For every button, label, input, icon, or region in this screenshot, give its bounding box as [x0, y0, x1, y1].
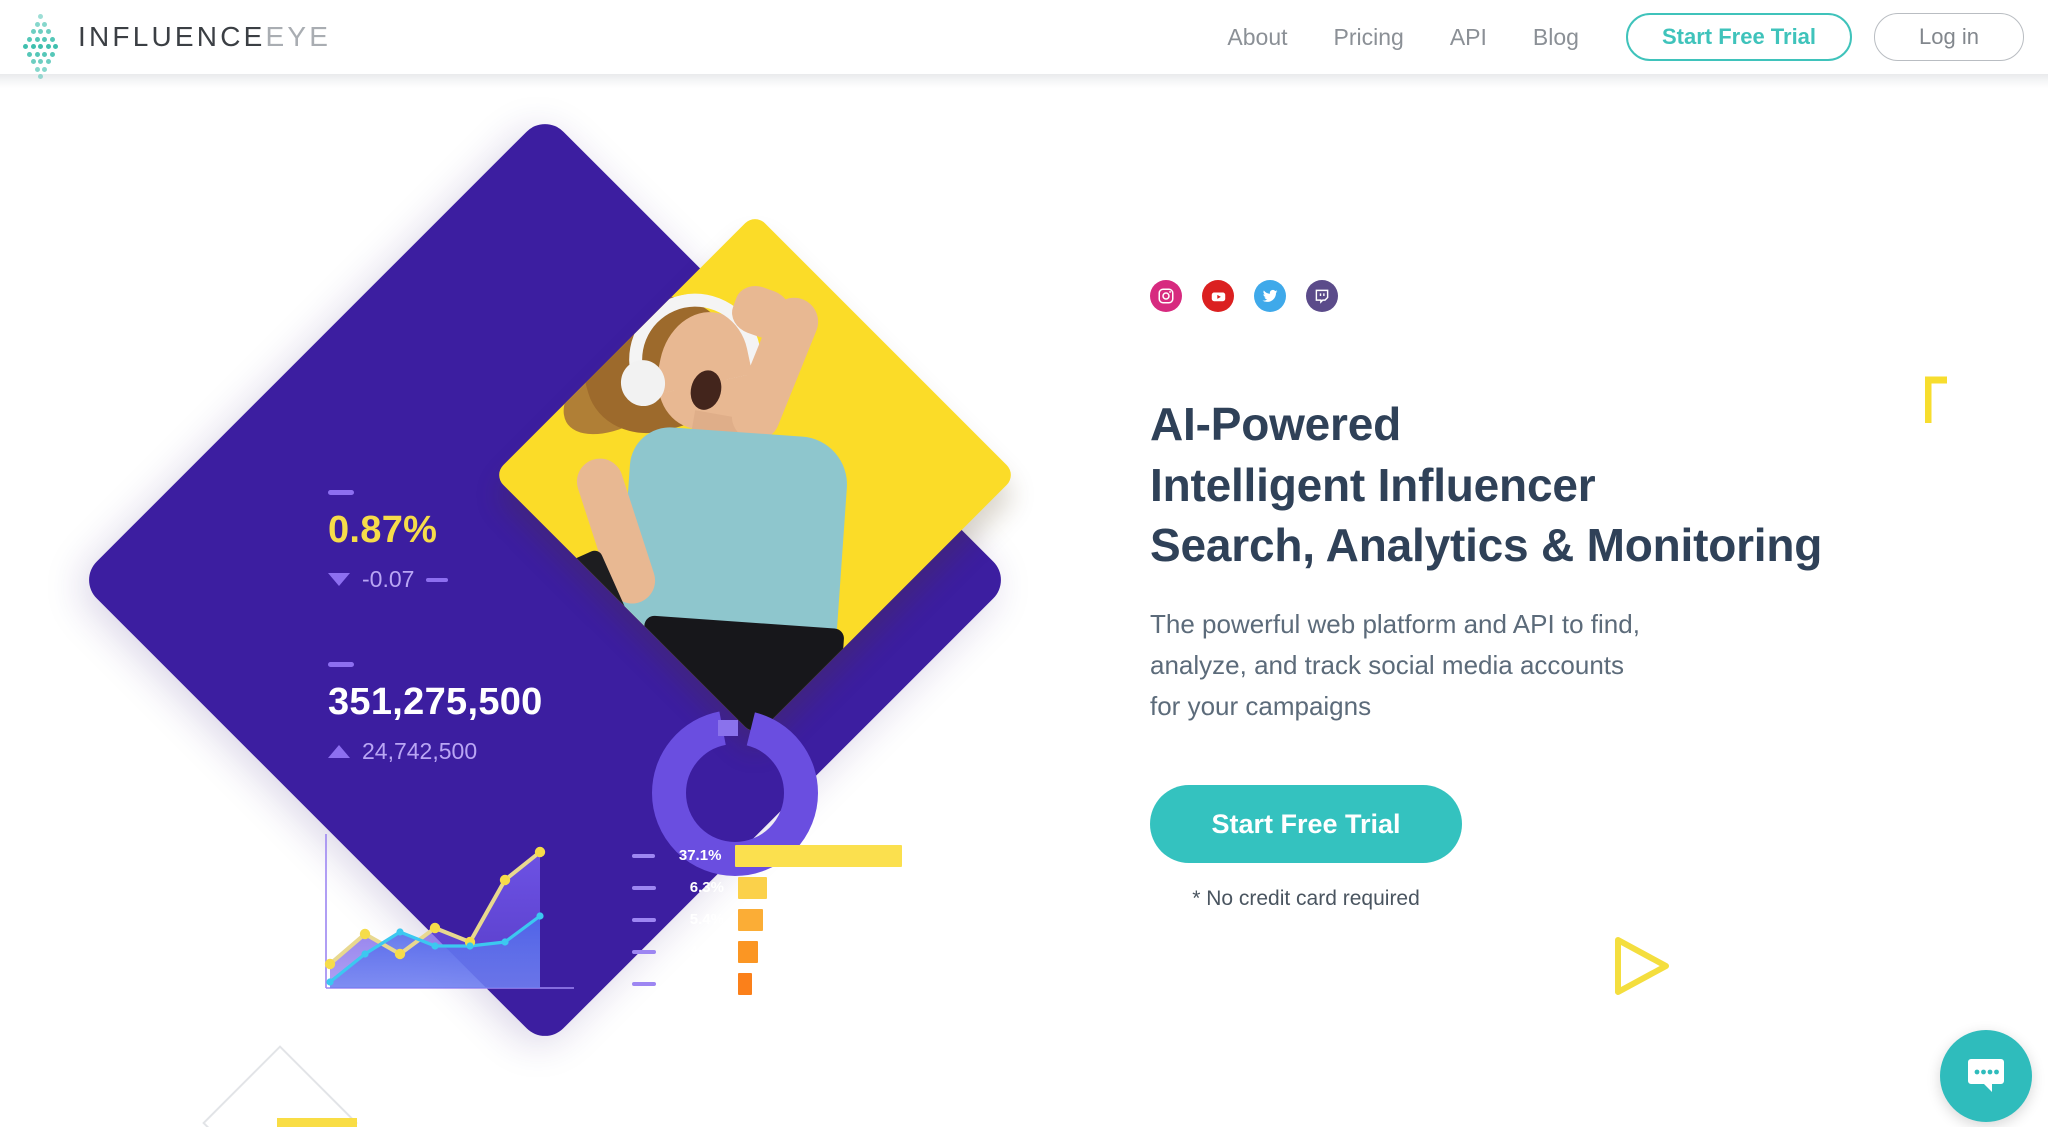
bar-chart-row: 4.4%: [632, 936, 902, 967]
bar-row-dash-icon: [632, 885, 656, 890]
logo-text-primary: INFLUENCE: [78, 21, 266, 52]
stat-reach-value: 351,275,500: [328, 681, 543, 723]
arrow-up-icon: [328, 745, 350, 758]
no-credit-card-note: * No credit card required: [1192, 887, 1420, 911]
bar-chart-row: 5.4%: [632, 904, 902, 935]
nav-item-api[interactable]: API: [1427, 24, 1510, 51]
stat-engagement-rate: 0.87% -0.07: [328, 490, 449, 593]
main-nav: About Pricing API Blog Start Free Trial …: [1204, 0, 2024, 74]
bar-row-label: 5.4%: [689, 911, 724, 928]
hero-subtitle-line-3: for your campaigns: [1150, 691, 1372, 722]
bar-chart-row: 6.3%: [632, 872, 902, 903]
landing-page: INFLUENCEEYE About Pricing API Blog Star…: [0, 0, 2048, 1127]
hero-start-free-trial-button[interactable]: Start Free Trial: [1150, 785, 1462, 864]
hero-title-line-3: Search, Analytics & Monitoring: [1150, 519, 1823, 572]
hero-subtitle: The powerful web platform and API to fin…: [1150, 604, 1990, 727]
twitch-icon[interactable]: [1306, 280, 1338, 312]
stat-tick-mark: [328, 490, 354, 495]
bar-row-label: 2.5%: [689, 975, 724, 992]
stat-reach-delta-value: 24,742,500: [362, 738, 478, 764]
nav-item-blog[interactable]: Blog: [1510, 24, 1602, 51]
arrow-down-icon: [328, 573, 350, 586]
instagram-icon[interactable]: [1150, 280, 1182, 312]
bar-chart-row: 37.1%: [632, 840, 902, 871]
brand-logo[interactable]: INFLUENCEEYE: [23, 6, 331, 79]
stat-total-reach: 351,275,500 24,742,500: [328, 662, 543, 765]
bar-row-dash-icon: [632, 981, 656, 986]
bar-row-bar: [738, 940, 759, 963]
logo-text-secondary: EYE: [265, 21, 332, 52]
diamond-dots-icon: [23, 11, 64, 79]
logo-wordmark: INFLUENCEEYE: [78, 23, 331, 51]
stat-engagement-value: 0.87%: [328, 509, 438, 551]
bar-row-bar: [738, 908, 764, 931]
nav-item-pricing[interactable]: Pricing: [1311, 24, 1427, 51]
donut-segment-b: [718, 720, 738, 736]
bar-row-label: 6.3%: [689, 879, 724, 896]
page-title: AI-Powered Intelligent Influencer Search…: [1150, 394, 1990, 576]
bar-row-dash-icon: [632, 917, 656, 922]
hero-subtitle-line-1: The powerful web platform and API to fin…: [1150, 609, 1640, 640]
bar-chart-row: 2.5%: [632, 968, 902, 999]
chat-bubble-icon: [1968, 1059, 2004, 1092]
stat-reach-delta: 24,742,500: [328, 738, 543, 765]
nav-item-about[interactable]: About: [1204, 24, 1310, 51]
bar-row-label: 4.4%: [689, 943, 724, 960]
bar-row-bar: [738, 972, 752, 995]
header-divider: [0, 74, 2048, 88]
line-chart: [324, 834, 574, 989]
top-categories-bar-chart: 37.1% 6.3% 5.4% 4.4% 2.5%: [632, 840, 902, 1000]
twitter-icon[interactable]: [1254, 280, 1286, 312]
site-header: INFLUENCEEYE About Pricing API Blog Star…: [0, 0, 2048, 79]
social-icon-row: [1150, 280, 1990, 312]
stat-engagement-delta: -0.07: [328, 566, 449, 593]
stat-tick-mark: [328, 662, 354, 667]
bar-row-bar: [735, 844, 902, 867]
header-login-button[interactable]: Log in: [1874, 13, 2024, 61]
header-start-free-trial-button[interactable]: Start Free Trial: [1625, 13, 1853, 61]
hero-subtitle-line-2: analyze, and track social media accounts: [1150, 650, 1625, 681]
bar-row-dash-icon: [632, 949, 656, 954]
stat-engagement-delta-value: -0.07: [362, 566, 415, 592]
bar-row-bar: [738, 876, 768, 899]
stat-delta-tick-icon: [426, 577, 449, 582]
bar-row-label: 37.1%: [678, 847, 722, 864]
youtube-icon[interactable]: [1202, 280, 1234, 312]
hero-title-line-2: Intelligent Influencer: [1150, 458, 1596, 511]
bar-row-dash-icon: [632, 853, 656, 858]
chat-widget-button[interactable]: [1940, 1030, 2032, 1122]
hero-dashboard-graphic: 0.87% -0.07 351,275,500 24,742,500 37.1%…: [0, 60, 1140, 1127]
hero-title-line-1: AI-Powered: [1150, 398, 1402, 450]
play-triangle-icon: [1615, 937, 1669, 995]
hero-content: AI-Powered Intelligent Influencer Search…: [1150, 280, 1990, 911]
corner-bracket-icon: [1925, 376, 1947, 423]
